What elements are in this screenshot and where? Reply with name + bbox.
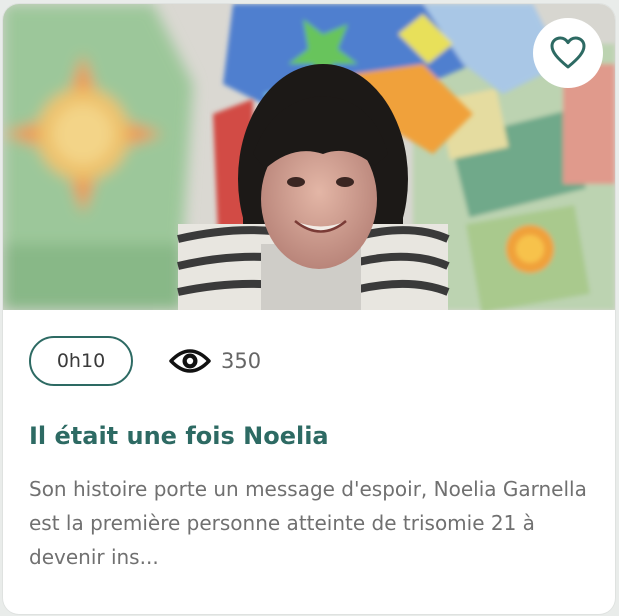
video-thumbnail[interactable] bbox=[3, 4, 615, 310]
video-description: Son histoire porte un message d'espoir, … bbox=[29, 477, 587, 569]
views-counter: 350 bbox=[169, 347, 261, 375]
video-card[interactable]: 0h10 350 Il était une fois Noelia Son hi… bbox=[3, 4, 615, 614]
thumbnail-image bbox=[3, 4, 615, 310]
eye-icon bbox=[169, 349, 211, 373]
views-count: 350 bbox=[221, 349, 262, 373]
favorite-button[interactable] bbox=[533, 18, 603, 88]
duration-badge: 0h10 bbox=[29, 336, 133, 386]
heart-outline-icon bbox=[550, 36, 586, 69]
video-meta: 0h10 350 bbox=[29, 336, 261, 386]
video-title[interactable]: Il était une fois Noelia bbox=[29, 422, 329, 450]
